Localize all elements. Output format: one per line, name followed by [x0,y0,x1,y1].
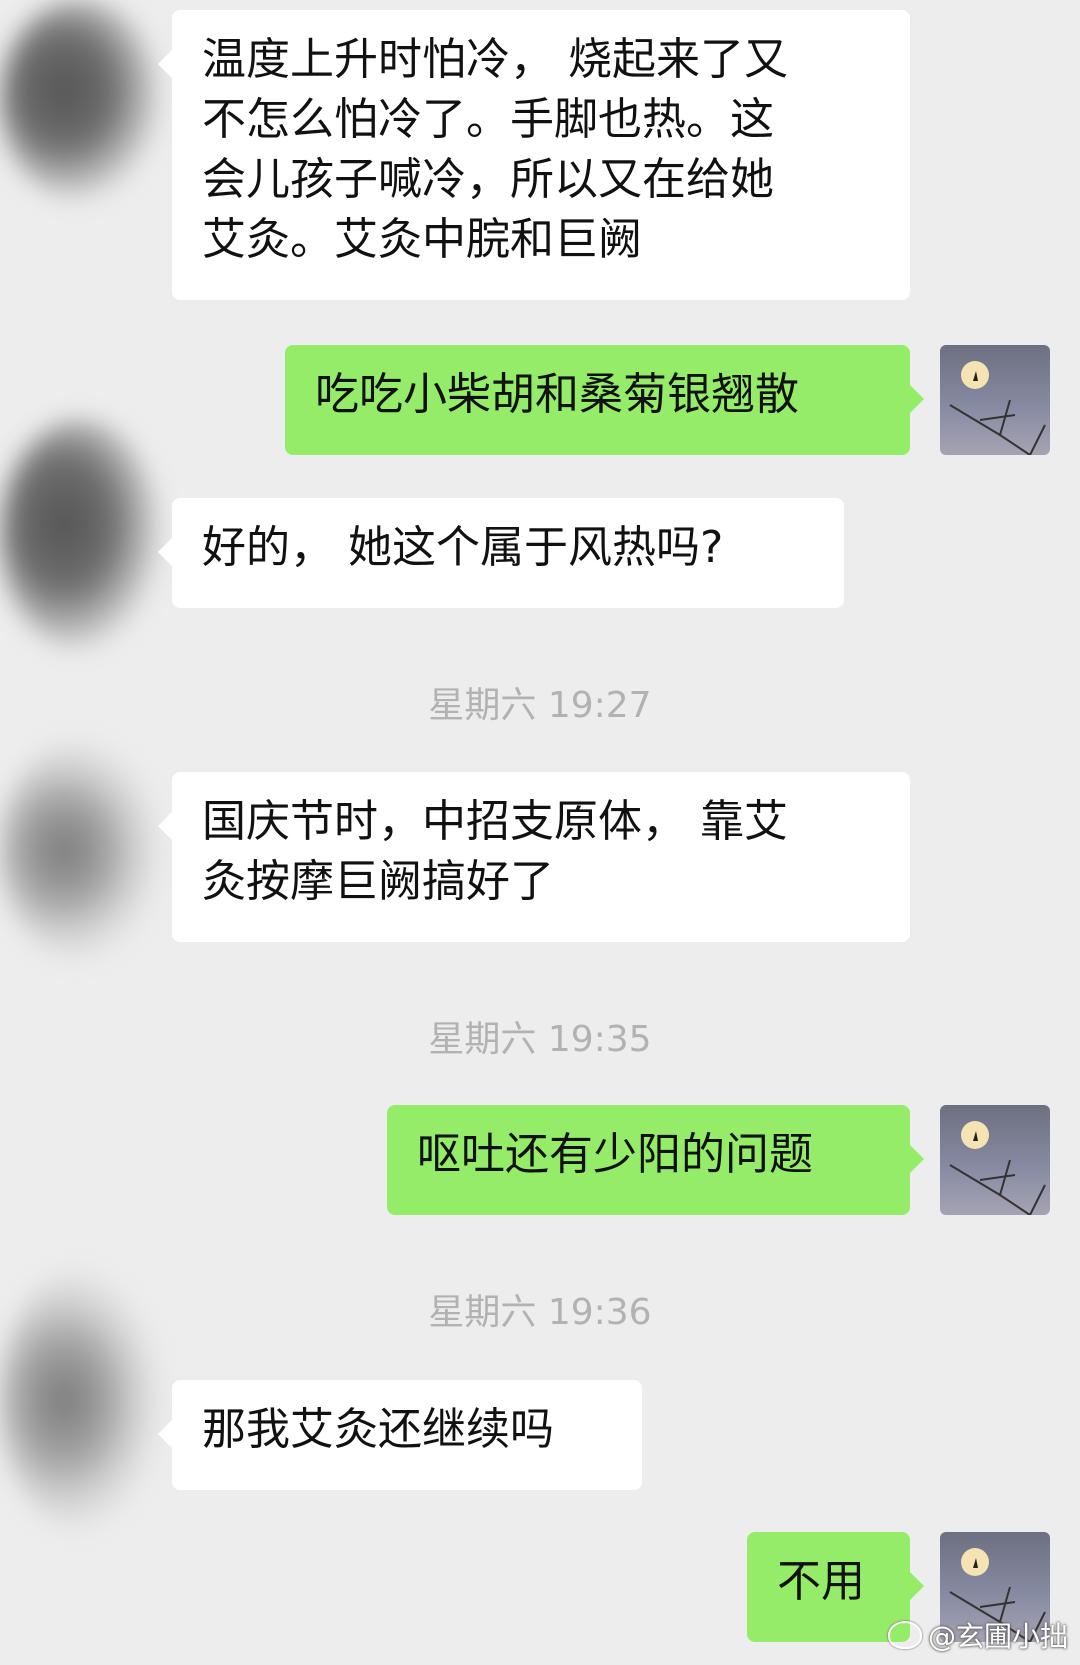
timestamp: 星期六 19:27 [428,685,652,726]
message-text: 那我艾灸还继续吗 [202,1404,554,1455]
message-text: 吃吃小柴胡和桑菊银翘散 [315,369,799,420]
message-bubble-outgoing[interactable]: 吃吃小柴胡和桑菊银翘散 [285,345,924,455]
my-avatar[interactable] [940,345,1050,455]
message-text: 温度上升时怕冷， 烧起来了又 不怎么怕冷了。手脚也热。这 会儿孩子喊冷，所以又在… [202,34,788,265]
contact-avatar-blurred[interactable] [0,0,160,200]
message-bubble-incoming[interactable]: 国庆节时，中招支原体， 靠艾 灸按摩巨阙搞好了 [158,772,910,942]
message-text: 呕吐还有少阳的问题 [417,1129,813,1180]
message-text: 好的， 她这个属于风热吗? [202,522,724,573]
message-bubble-incoming[interactable]: 那我艾灸还继续吗 [158,1380,642,1490]
message-bubble-incoming[interactable]: 温度上升时怕冷， 烧起来了又 不怎么怕冷了。手脚也热。这 会儿孩子喊冷，所以又在… [158,10,910,300]
watermark: @玄圃小拙 [887,1615,1068,1655]
weibo-icon [887,1621,922,1649]
message-bubble-outgoing[interactable]: 呕吐还有少阳的问题 [387,1105,924,1215]
my-avatar[interactable] [940,1105,1050,1215]
moon-branch-icon [949,361,1046,455]
message-text: 国庆节时，中招支原体， 靠艾 灸按摩巨阙搞好了 [202,796,788,907]
contact-avatar-blurred[interactable] [0,420,160,650]
moon-branch-icon [949,1121,1046,1215]
message-text: 不用 [777,1556,865,1607]
message-bubble-incoming[interactable]: 好的， 她这个属于风热吗? [158,498,844,608]
contact-avatar-blurred[interactable] [0,740,160,960]
watermark-text: @玄圃小拙 [927,1620,1068,1653]
timestamp: 星期六 19:36 [428,1292,652,1333]
timestamp: 星期六 19:35 [428,1019,652,1060]
message-bubble-outgoing[interactable]: 不用 [747,1532,924,1642]
